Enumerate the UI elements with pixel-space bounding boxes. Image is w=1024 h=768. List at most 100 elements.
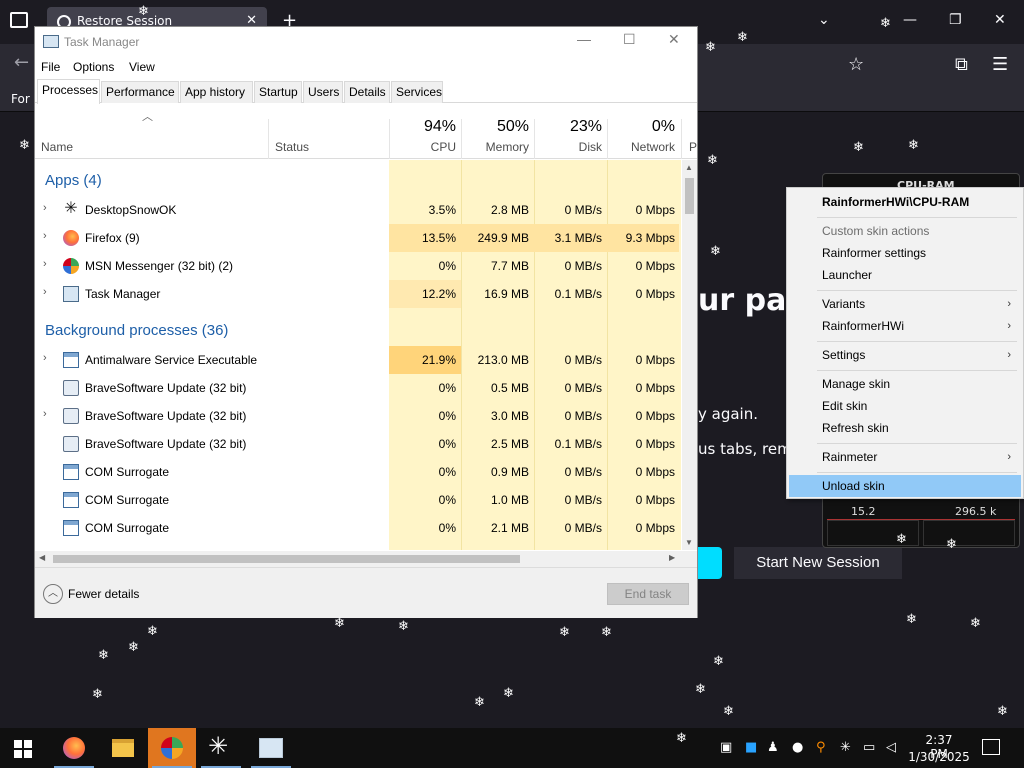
menu-file[interactable]: File: [41, 60, 60, 74]
snowflake-icon: ❄: [695, 682, 706, 697]
tab-performance[interactable]: Performance: [101, 81, 179, 103]
column-power-partial[interactable]: P: [689, 140, 697, 154]
chevron-right-icon[interactable]: ›: [43, 352, 47, 364]
process-name: COM Surrogate: [85, 521, 170, 535]
back-arrow-icon[interactable]: ←: [14, 52, 29, 73]
fewer-details-link[interactable]: Fewer details: [68, 587, 139, 601]
scroll-up-icon[interactable]: ▲: [685, 163, 693, 172]
chevron-right-icon[interactable]: ›: [43, 258, 47, 270]
clock-date[interactable]: 1/30/2025: [908, 750, 970, 764]
chevron-up-circle-icon[interactable]: ︿: [43, 584, 63, 604]
bookmark-star-icon[interactable]: ☆: [848, 54, 864, 75]
scroll-right-icon[interactable]: ▶: [669, 553, 675, 562]
restore-session-button[interactable]: [698, 547, 722, 579]
menu-item-manage-skin[interactable]: Manage skin: [789, 373, 1021, 395]
tab-services[interactable]: Services: [391, 81, 443, 103]
table-row[interactable]: › BraveSoftware Update (32 bit) 0% 3.0 M…: [35, 402, 681, 430]
chevron-right-icon[interactable]: ›: [43, 202, 47, 214]
maximize-icon[interactable]: ☐: [623, 31, 636, 48]
menu-item-rainformer-settings[interactable]: Rainformer settings: [789, 242, 1021, 264]
menu-item-refresh-skin[interactable]: Refresh skin: [789, 417, 1021, 439]
tab-processes[interactable]: Processes: [37, 79, 100, 104]
table-row[interactable]: › Firefox (9) 13.5% 249.9 MB 3.1 MB/s 9.…: [35, 224, 681, 252]
scroll-left-icon[interactable]: ◀: [39, 553, 45, 562]
maximize-icon[interactable]: ❐: [949, 12, 962, 28]
list-all-tabs-icon[interactable]: [10, 12, 28, 28]
tray-app-icon[interactable]: ▣: [720, 740, 732, 755]
column-name[interactable]: Name: [41, 140, 73, 154]
menu-item-variants[interactable]: Variants ›: [789, 293, 1021, 315]
chevron-right-icon[interactable]: ›: [43, 408, 47, 420]
snowflake-icon: ✳: [208, 732, 229, 760]
close-window-icon[interactable]: ✕: [994, 12, 1006, 28]
minimize-icon[interactable]: —: [577, 31, 591, 47]
snowflake-icon: ❄: [184, 35, 195, 50]
end-task-button[interactable]: End task: [607, 583, 689, 605]
menu-options[interactable]: Options: [73, 60, 114, 74]
table-row[interactable]: COM Surrogate 0% 1.0 MB 0 MB/s 0 Mbps: [35, 486, 681, 514]
column-network-pct[interactable]: 0%: [607, 118, 675, 136]
menu-item-settings[interactable]: Settings ›: [789, 344, 1021, 366]
network-icon[interactable]: ▭: [863, 740, 875, 755]
table-row[interactable]: › Task Manager 12.2% 16.9 MB 0.1 MB/s 0 …: [35, 280, 681, 308]
column-disk[interactable]: Disk: [534, 140, 602, 154]
horizontal-scrollbar[interactable]: ◀ ▶: [35, 551, 697, 567]
vertical-scrollbar[interactable]: ▲ ▼: [682, 160, 697, 550]
disk-cell: 0 MB/s: [564, 259, 602, 273]
notification-icon[interactable]: [982, 739, 1000, 755]
menu-item-rainmeter[interactable]: Rainmeter ›: [789, 446, 1021, 468]
menu-icon[interactable]: ☰: [992, 54, 1008, 75]
column-cpu[interactable]: CPU: [389, 140, 456, 154]
table-row[interactable]: BraveSoftware Update (32 bit) 0% 2.5 MB …: [35, 430, 681, 458]
table-row[interactable]: › Antimalware Service Executable 21.9% 2…: [35, 346, 681, 374]
title-bar[interactable]: Task Manager — ☐ ✕: [35, 27, 697, 57]
snowflake-icon[interactable]: ✳: [840, 740, 851, 755]
menu-view[interactable]: View: [129, 60, 155, 74]
chevron-down-icon[interactable]: ⌄: [818, 12, 830, 28]
menu-item-launcher[interactable]: Launcher: [789, 264, 1021, 286]
table-row[interactable]: COM Surrogate 0% 0.9 MB 0 MB/s 0 Mbps: [35, 458, 681, 486]
volume-muted-icon[interactable]: ◁: [886, 740, 896, 755]
menu-item-rainformerhwi[interactable]: RainformerHWi ›: [789, 315, 1021, 337]
page-text: y again.: [698, 405, 758, 423]
disk-cell: 0 MB/s: [564, 493, 602, 507]
tray-app-icon[interactable]: ♟: [767, 740, 779, 755]
snowflake-icon: ❄: [138, 4, 149, 19]
menu-item-edit-skin[interactable]: Edit skin: [789, 395, 1021, 417]
tab-details[interactable]: Details: [344, 81, 390, 103]
bookmarks-label: For: [11, 92, 30, 106]
start-new-session-button[interactable]: Start New Session: [734, 547, 902, 579]
disk-cell: 0 MB/s: [564, 521, 602, 535]
scroll-thumb[interactable]: [685, 178, 694, 214]
close-icon[interactable]: ✕: [668, 31, 680, 48]
droplet-icon[interactable]: ●: [792, 740, 803, 755]
scroll-down-icon[interactable]: ▼: [685, 538, 693, 547]
table-row[interactable]: › ✳ DesktopSnowOK 3.5% 2.8 MB 0 MB/s 0 M…: [35, 196, 681, 224]
chevron-right-icon[interactable]: ›: [43, 286, 47, 298]
extensions-icon[interactable]: ⧉: [955, 54, 968, 75]
search-icon[interactable]: ⚲: [816, 740, 826, 755]
column-memory-pct[interactable]: 50%: [461, 118, 529, 136]
column-network[interactable]: Network: [607, 140, 675, 154]
table-row[interactable]: BraveSoftware Update (32 bit) 0% 0.5 MB …: [35, 374, 681, 402]
menu-item-skin-name[interactable]: RainformerHWi\CPU-RAM: [789, 191, 1021, 213]
column-disk-pct[interactable]: 23%: [534, 118, 602, 136]
scroll-thumb[interactable]: [53, 555, 520, 563]
disk-cell: 0 MB/s: [564, 465, 602, 479]
minimize-icon[interactable]: —: [903, 12, 917, 28]
menu-item-unload-skin[interactable]: Unload skin: [789, 475, 1021, 497]
table-row[interactable]: COM Surrogate 0% 2.1 MB 0 MB/s 0 Mbps: [35, 514, 681, 542]
column-cpu-pct[interactable]: 94%: [389, 118, 456, 136]
column-memory[interactable]: Memory: [461, 140, 529, 154]
chevron-right-icon[interactable]: ›: [43, 230, 47, 242]
tab-app-history[interactable]: App history: [180, 81, 253, 103]
table-row[interactable]: › MSN Messenger (32 bit) (2) 0% 7.7 MB 0…: [35, 252, 681, 280]
snowflake-icon: ❄: [723, 704, 734, 719]
chevron-right-icon: ›: [1007, 298, 1011, 310]
tab-users[interactable]: Users: [303, 81, 343, 103]
tray-app-icon[interactable]: ■: [745, 740, 757, 755]
firefox-icon: [63, 737, 85, 759]
start-icon[interactable]: [14, 740, 32, 758]
column-status[interactable]: Status: [275, 140, 309, 154]
tab-startup[interactable]: Startup: [254, 81, 302, 103]
